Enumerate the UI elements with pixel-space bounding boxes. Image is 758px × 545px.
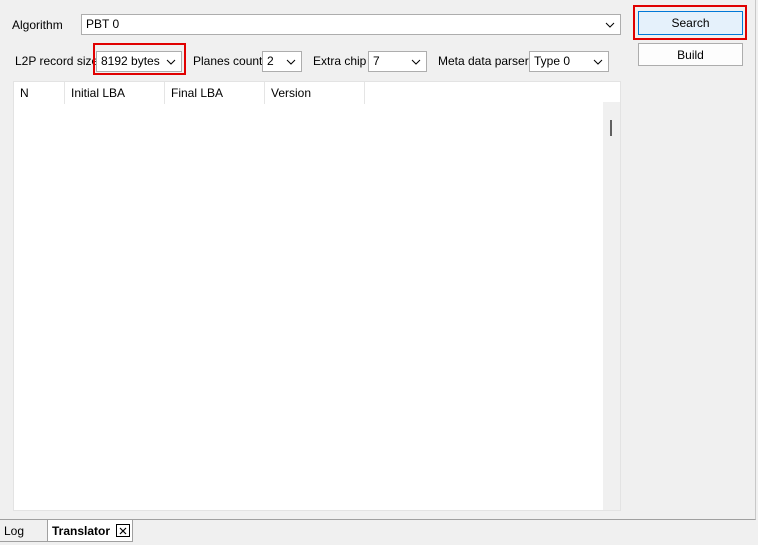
meta-data-parser-value: Type 0: [534, 54, 571, 68]
chevron-down-icon: [411, 52, 421, 71]
column-header-version[interactable]: Version: [265, 82, 365, 104]
planes-count-value: 2: [267, 54, 274, 68]
column-header-initial-lba[interactable]: Initial LBA: [65, 82, 165, 104]
chevron-down-icon: [166, 52, 176, 71]
tab-log[interactable]: Log: [0, 520, 48, 542]
scrollbar-thumb[interactable]: [610, 120, 612, 136]
algorithm-select[interactable]: PBT 0: [81, 14, 621, 35]
bottom-tab-bar: Log Translator: [0, 520, 758, 545]
search-button[interactable]: Search: [638, 11, 743, 35]
l2p-record-size-label: L2P record size: [15, 54, 99, 68]
close-icon[interactable]: [116, 524, 130, 537]
algorithm-value: PBT 0: [86, 17, 120, 31]
meta-data-parser-label: Meta data parser: [438, 54, 529, 68]
chevron-down-icon: [605, 15, 615, 34]
l2p-record-size-select[interactable]: 8192 bytes: [96, 51, 182, 72]
column-header-final-lba[interactable]: Final LBA: [165, 82, 265, 104]
extra-chip-select[interactable]: 7: [368, 51, 427, 72]
tab-log-label: Log: [4, 524, 25, 538]
tab-translator-label: Translator: [52, 524, 111, 538]
vertical-scrollbar[interactable]: [603, 102, 620, 510]
meta-data-parser-select[interactable]: Type 0: [529, 51, 609, 72]
planes-count-label: Planes count: [193, 54, 263, 68]
algorithm-label: Algorithm: [12, 18, 63, 32]
build-button[interactable]: Build: [638, 43, 743, 66]
extra-chip-label: Extra chip: [313, 54, 367, 68]
l2p-record-size-value: 8192 bytes: [101, 54, 160, 68]
planes-count-select[interactable]: 2: [262, 51, 302, 72]
tab-translator[interactable]: Translator: [47, 520, 133, 542]
chevron-down-icon: [593, 52, 603, 71]
results-table[interactable]: N Initial LBA Final LBA Version: [13, 81, 621, 511]
chevron-down-icon: [286, 52, 296, 71]
extra-chip-value: 7: [373, 54, 380, 68]
column-header-n[interactable]: N: [14, 82, 65, 104]
